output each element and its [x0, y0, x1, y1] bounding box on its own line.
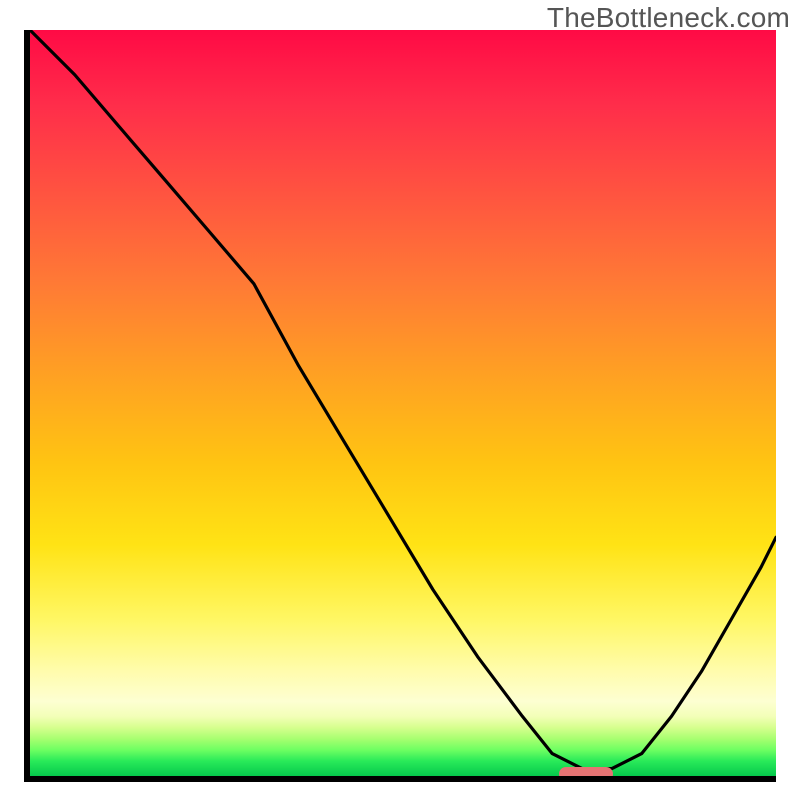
chart-svg [30, 30, 776, 776]
bottleneck-curve-path [30, 30, 776, 769]
chart-container: TheBottleneck.com [0, 0, 800, 800]
minimum-marker [559, 767, 613, 781]
plot-area [24, 30, 776, 782]
